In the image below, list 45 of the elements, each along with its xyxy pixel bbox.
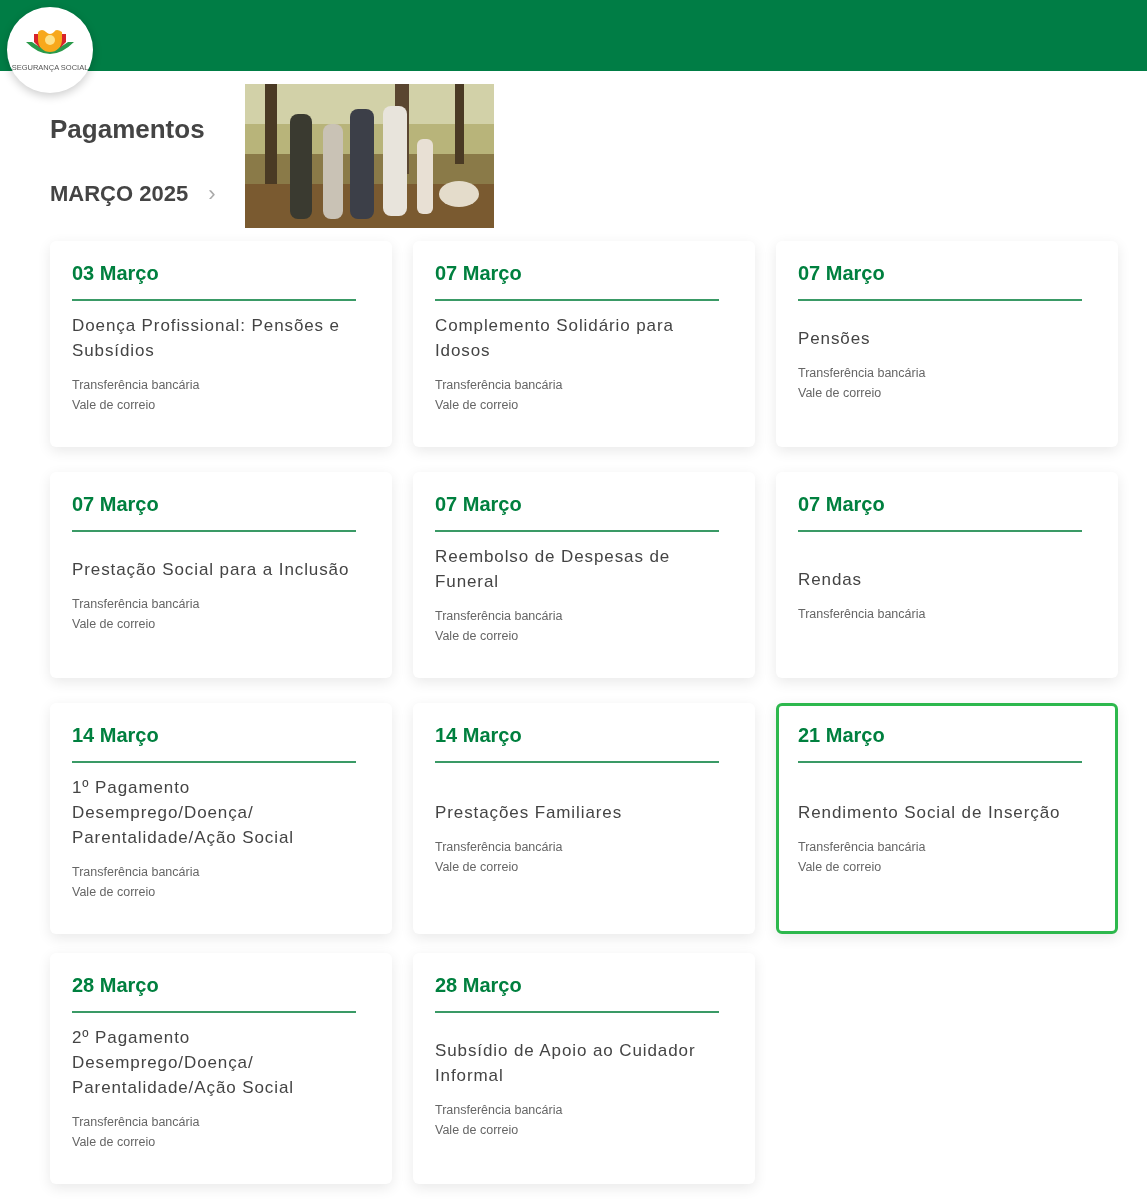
- payment-method: Transferência bancária: [435, 377, 564, 394]
- benefit-title: Rendas: [798, 568, 863, 591]
- payment-date: 03 Março: [72, 261, 160, 286]
- payment-method: Vale de correio: [435, 628, 520, 645]
- benefit-title: Complemento Solidário para Idosos: [435, 315, 675, 362]
- benefit-title: Rendimento Social de Inserção: [798, 802, 1062, 824]
- payment-method: Transferência bancária: [435, 1101, 564, 1119]
- payment-method: Vale de correio: [72, 884, 157, 901]
- benefit-title: Prestações Familiares: [435, 802, 624, 824]
- benefit-title: 1º Pagamento Desemprego/Doença/ Parentalidade/Ação Social: [72, 777, 295, 849]
- benefit-title: Reembolso de Despesas de Funeral: [435, 546, 672, 593]
- payment-method: Vale de correio: [435, 397, 520, 414]
- payment-method: Transferência bancária: [72, 1114, 201, 1131]
- benefit-title: Pensões: [798, 327, 872, 350]
- payment-method: Transferência bancária: [72, 377, 201, 394]
- payment-method: Transferência bancária: [798, 605, 927, 623]
- month-heading: MARÇO 2025: [50, 180, 189, 208]
- payment-method: Transferência bancária: [72, 595, 201, 613]
- payment-date: 21 Março: [798, 723, 886, 748]
- payment-method: Transferência bancária: [435, 608, 564, 625]
- payment-date: 07 Março: [435, 492, 523, 517]
- payment-date: 14 Março: [72, 723, 160, 748]
- benefit-title: 2º Pagamento Desemprego/Doença/ Parentalidade/Ação Social: [72, 1027, 295, 1099]
- payment-method: Transferência bancária: [72, 864, 201, 881]
- payment-method: Vale de correio: [72, 615, 157, 633]
- payment-date: 28 Março: [435, 973, 523, 998]
- payment-method: Transferência bancária: [435, 839, 564, 856]
- payment-date: 14 Março: [435, 723, 523, 748]
- payment-method: Vale de correio: [435, 1121, 520, 1139]
- payment-method: Vale de correio: [435, 859, 520, 876]
- payment-method: Vale de correio: [72, 1134, 157, 1151]
- payment-method: Vale de correio: [798, 384, 883, 402]
- payment-method: Vale de correio: [798, 859, 883, 876]
- payment-date: 07 Março: [798, 492, 886, 517]
- benefit-title: Prestação Social para a Inclusão: [72, 558, 351, 581]
- page-title: Pagamentos: [50, 113, 206, 146]
- payment-date: 07 Março: [435, 261, 523, 286]
- payment-date: 07 Março: [798, 261, 886, 286]
- benefit-title: Doença Profissional: Pensões e Subsídios: [72, 315, 341, 362]
- benefit-title: Subsídio de Apoio ao Cuidador Informal: [435, 1039, 697, 1087]
- payment-method: Transferência bancária: [798, 364, 927, 382]
- payment-method: Transferência bancária: [798, 839, 927, 856]
- payment-date: 07 Março: [72, 492, 160, 517]
- payment-method: Vale de correio: [72, 397, 157, 414]
- payment-date: 28 Março: [72, 973, 160, 998]
